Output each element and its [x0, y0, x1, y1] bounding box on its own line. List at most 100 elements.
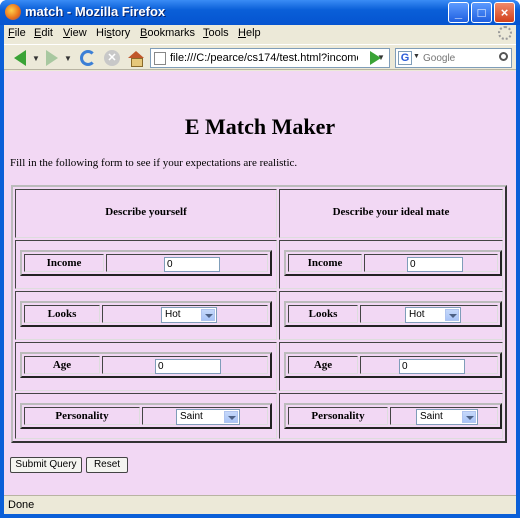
- mate-income-table: Income 0: [284, 250, 502, 276]
- intro-text: Fill in the following form to see if you…: [10, 157, 298, 169]
- self-personality-select[interactable]: Saint: [176, 409, 240, 425]
- close-button[interactable]: ×: [494, 2, 515, 23]
- mate-personality-select[interactable]: Saint: [416, 409, 478, 425]
- self-looks-select[interactable]: Hot: [161, 307, 217, 323]
- status-bar: Done: [4, 495, 516, 514]
- self-income-input[interactable]: 0: [164, 257, 220, 272]
- chevron-down-icon: ▼: [64, 53, 72, 63]
- mate-header: Describe your ideal mate: [332, 206, 450, 218]
- mate-looks-value: Hot: [409, 309, 425, 320]
- back-button[interactable]: [8, 48, 32, 68]
- search-bar: G ▼: [395, 48, 512, 68]
- mate-personality-value: Saint: [420, 411, 443, 422]
- self-age-label: Age: [24, 356, 100, 374]
- reload-button[interactable]: [78, 48, 98, 68]
- mate-income-field-cell: 0: [364, 254, 498, 272]
- self-header-cell: Describe yourself: [15, 189, 277, 238]
- mate-looks-label: Looks: [288, 305, 358, 323]
- browser-window: match - Mozilla Firefox _ □ × File Edit …: [0, 0, 520, 518]
- mate-header-cell: Describe your ideal mate: [279, 189, 503, 238]
- self-income-cell: Income 0: [15, 240, 277, 289]
- self-personality-value: Saint: [180, 411, 203, 422]
- self-looks-field-cell: Hot: [102, 305, 268, 323]
- page-title: E Match Maker: [184, 114, 336, 139]
- stop-button[interactable]: ✕: [102, 48, 122, 68]
- menu-view[interactable]: View: [63, 27, 87, 39]
- stop-icon: ✕: [104, 50, 120, 66]
- url-text[interactable]: file:///C:/pearce/cs174/test.html?income: [170, 52, 358, 64]
- self-age-field-cell: 0: [102, 356, 268, 374]
- chevron-down-icon[interactable]: [224, 411, 238, 423]
- activity-throbber-icon: [498, 26, 512, 40]
- chevron-down-icon[interactable]: ▼: [413, 53, 420, 60]
- menu-history[interactable]: History: [96, 27, 130, 39]
- page-content: E Match Maker Fill in the following form…: [4, 71, 516, 495]
- self-looks-value: Hot: [165, 309, 181, 320]
- search-input[interactable]: [423, 51, 493, 65]
- self-personality-cell: Personality Saint: [15, 393, 277, 439]
- minimize-button[interactable]: _: [448, 2, 469, 23]
- navigation-toolbar: ▼ ▼ ✕ file:///C:/pearce/cs174/test.html?…: [4, 44, 516, 70]
- self-income-table: Income 0: [20, 250, 272, 276]
- firefox-logo-icon: [5, 4, 21, 20]
- self-age-table: Age 0: [20, 352, 272, 378]
- menu-bar: File Edit View History Bookmarks Tools H…: [4, 25, 516, 43]
- self-looks-label: Looks: [24, 305, 100, 323]
- mate-personality-table: Personality Saint: [284, 403, 502, 429]
- mate-age-input[interactable]: 0: [399, 359, 465, 374]
- self-personality-table: Personality Saint: [20, 403, 272, 429]
- window-title: match - Mozilla Firefox: [25, 4, 166, 19]
- menu-tools[interactable]: Tools: [203, 27, 229, 39]
- mate-looks-cell: Looks Hot: [279, 291, 503, 340]
- mate-income-label: Income: [288, 254, 362, 272]
- mate-income-cell: Income 0: [279, 240, 503, 289]
- browser-client-area: File Edit View History Bookmarks Tools H…: [4, 25, 516, 514]
- chevron-down-icon: ▼: [32, 53, 40, 63]
- self-income-field-cell: 0: [106, 254, 268, 272]
- mate-age-field-cell: 0: [360, 356, 498, 374]
- mate-looks-field-cell: Hot: [360, 305, 498, 323]
- menu-file[interactable]: File: [8, 27, 26, 39]
- submit-button[interactable]: Submit Query: [10, 457, 82, 473]
- match-form-table: Describe yourself Describe your ideal ma…: [11, 185, 507, 443]
- title-bar[interactable]: match - Mozilla Firefox _ □ ×: [0, 0, 520, 25]
- menu-help[interactable]: Help: [238, 27, 261, 39]
- mate-personality-label: Personality: [288, 407, 388, 425]
- self-personality-field-cell: Saint: [142, 407, 268, 425]
- back-arrow-icon: [14, 50, 26, 66]
- self-looks-cell: Looks Hot: [15, 291, 277, 340]
- url-bar[interactable]: file:///C:/pearce/cs174/test.html?income…: [150, 48, 390, 68]
- self-income-label: Income: [24, 254, 104, 272]
- self-header: Describe yourself: [105, 206, 187, 218]
- chevron-down-icon[interactable]: [445, 309, 459, 321]
- mate-age-table: Age 0: [284, 352, 502, 378]
- self-looks-table: Looks Hot: [20, 301, 272, 327]
- mate-looks-table: Looks Hot: [284, 301, 502, 327]
- go-arrow-icon[interactable]: [370, 51, 381, 65]
- status-text: Done: [8, 499, 35, 511]
- mate-income-input[interactable]: 0: [407, 257, 463, 272]
- mate-age-cell: Age 0: [279, 342, 503, 391]
- self-personality-label: Personality: [24, 407, 140, 425]
- back-history-dropdown[interactable]: ▼: [32, 48, 40, 68]
- menu-edit[interactable]: Edit: [34, 27, 53, 39]
- home-button[interactable]: [126, 48, 146, 68]
- menu-bookmarks[interactable]: Bookmarks: [140, 27, 195, 39]
- reload-icon: [80, 50, 96, 66]
- forward-history-dropdown[interactable]: ▼: [64, 48, 72, 68]
- self-age-input[interactable]: 0: [155, 359, 221, 374]
- page-file-icon: [154, 52, 166, 65]
- self-age-cell: Age 0: [15, 342, 277, 391]
- mate-personality-field-cell: Saint: [390, 407, 498, 425]
- reset-button[interactable]: Reset: [86, 457, 128, 473]
- mate-age-label: Age: [288, 356, 358, 374]
- forward-button[interactable]: [42, 48, 62, 68]
- mate-looks-select[interactable]: Hot: [405, 307, 461, 323]
- chevron-down-icon[interactable]: [201, 309, 215, 321]
- google-engine-icon[interactable]: G: [398, 51, 412, 65]
- maximize-button[interactable]: □: [471, 2, 492, 23]
- home-icon: [128, 51, 144, 67]
- mate-personality-cell: Personality Saint: [279, 393, 503, 439]
- magnifier-icon[interactable]: [499, 52, 508, 61]
- chevron-down-icon[interactable]: [462, 411, 476, 423]
